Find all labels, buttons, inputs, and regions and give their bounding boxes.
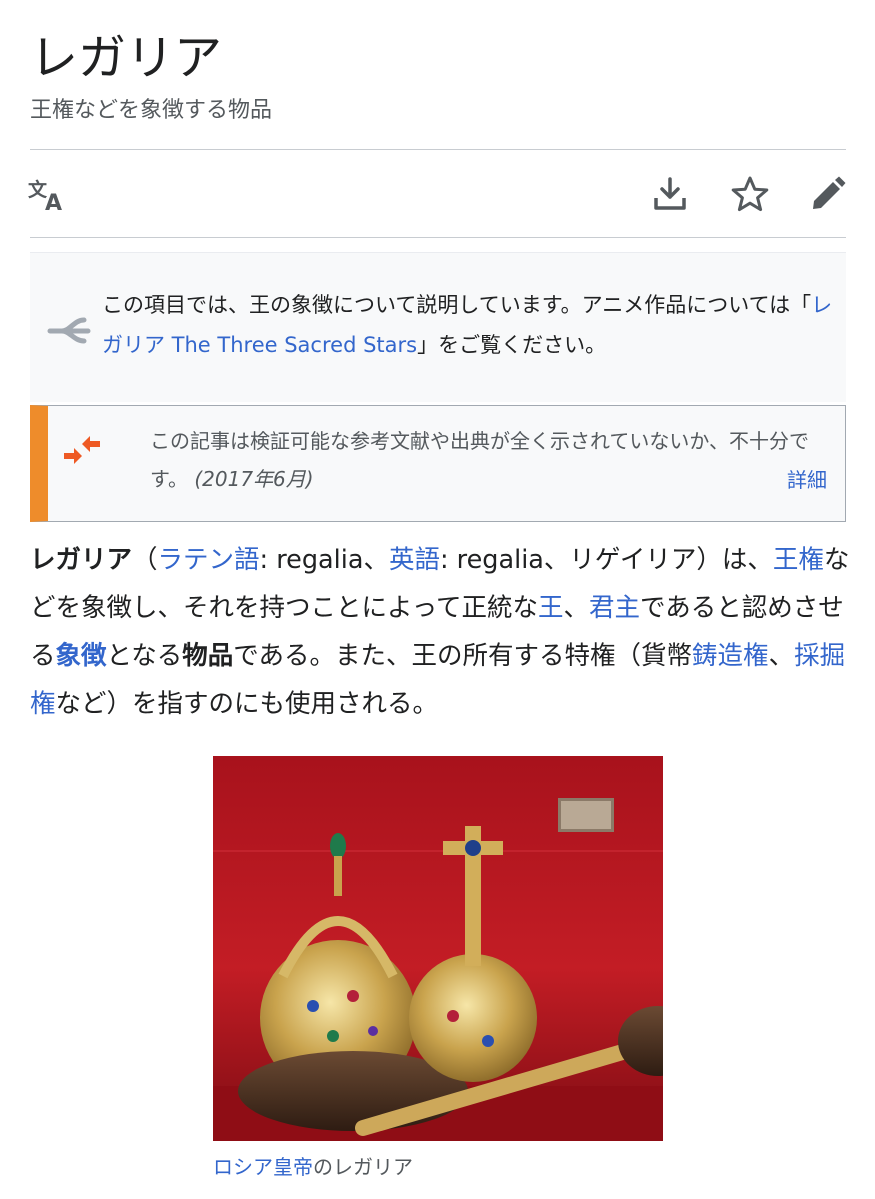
link-symbol[interactable]: 象徴 — [56, 641, 107, 671]
intro-sep-2: 、 — [768, 641, 795, 671]
link-monarch[interactable]: 君主 — [589, 593, 640, 623]
link-king[interactable]: 王 — [538, 593, 564, 623]
notice-date: (2017年6月) — [194, 467, 314, 491]
divider-toolbar — [30, 237, 846, 238]
regalia-photo[interactable] — [213, 756, 663, 1141]
translate-icon[interactable]: 文 A — [28, 178, 68, 212]
object-bold: 物品 — [182, 641, 234, 671]
link-minting[interactable]: 鋳造権 — [692, 641, 769, 671]
hatnote-text: この項目では、王の象徴について説明しています。アニメ作品については「レガリア T… — [102, 285, 838, 365]
intro-open-paren: （ — [132, 545, 158, 575]
intro-text-5: など）を指すのにも使用される。 — [55, 689, 439, 719]
figure-caption: ロシア皇帝のレガリア — [213, 1152, 413, 1182]
svg-text:A: A — [45, 191, 62, 212]
page-title: レガリア — [30, 30, 223, 86]
download-icon[interactable] — [652, 176, 688, 212]
star-icon[interactable] — [731, 176, 769, 212]
intro-text-3: となる — [106, 641, 183, 671]
link-english[interactable]: 英語 — [389, 545, 440, 575]
hatnote-text-before: この項目では、王の象徴について説明しています。アニメ作品については「 — [102, 293, 812, 317]
refimprove-notice: この記事は検証可能な参考文献や出典が全く示されていないか、不十分です。 (201… — [30, 405, 846, 522]
edit-pencil-icon[interactable] — [810, 176, 846, 212]
term-bold: レガリア — [30, 545, 133, 575]
hatnote-box: この項目では、王の象徴について説明しています。アニメ作品については「レガリア T… — [30, 252, 846, 402]
caption-rest: のレガリア — [313, 1155, 413, 1179]
merge-arrows-icon — [64, 436, 100, 464]
caption-link[interactable]: ロシア皇帝 — [213, 1155, 313, 1179]
link-kingship[interactable]: 王権 — [773, 545, 824, 575]
divider-top — [30, 149, 846, 150]
intro-sep-1: 、 — [563, 593, 589, 623]
disambiguation-icon — [47, 317, 91, 344]
link-latin[interactable]: ラテン語 — [158, 545, 260, 575]
intro-paragraph: レガリア（ラテン語: regalia、英語: regalia、リゲイリア）は、王… — [30, 536, 850, 728]
intro-english-value: : regalia、リゲイリア）は、 — [439, 545, 773, 575]
intro-text-4: である。また、王の所有する特権（貨幣 — [233, 641, 693, 671]
notice-text: この記事は検証可能な参考文献や出典が全く示されていないか、不十分です。 (201… — [150, 422, 810, 498]
notice-details-link[interactable]: 詳細 — [787, 461, 827, 499]
hatnote-text-after: 」をご覧ください。 — [417, 333, 607, 357]
page-subtitle: 王権などを象徴する物品 — [30, 98, 273, 123]
intro-latin-value: : regalia、 — [259, 545, 389, 575]
